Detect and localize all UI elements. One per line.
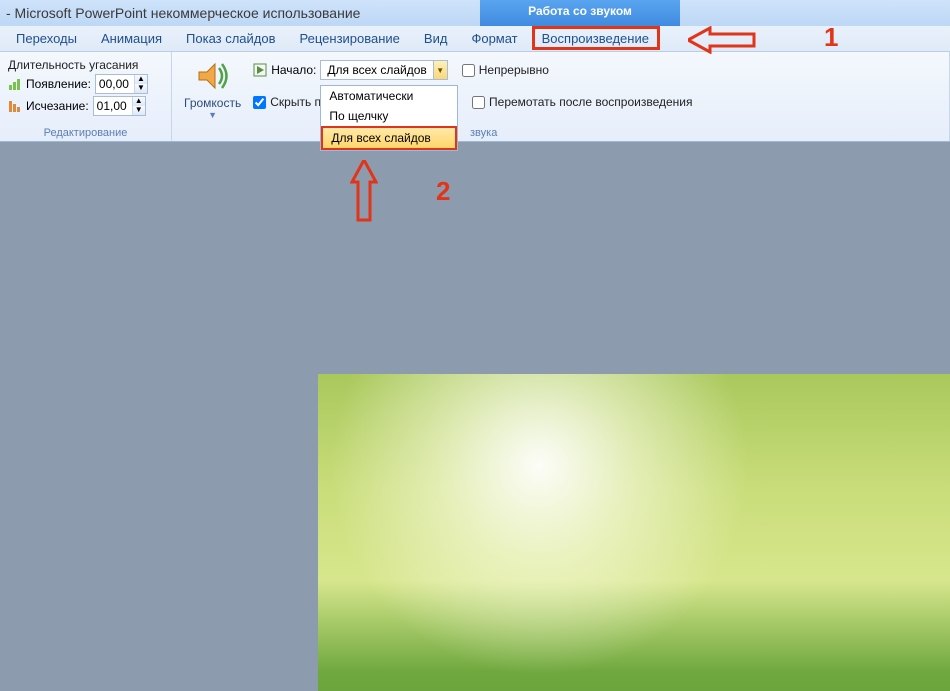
start-dropdown: Автоматически По щелчку Для всех слайдов — [320, 85, 458, 151]
rewind-checkbox-row[interactable]: Перемотать после воспроизведения — [472, 95, 692, 109]
fadein-input[interactable] — [96, 75, 134, 93]
fadeout-spinner[interactable]: ▲▼ — [93, 96, 146, 116]
spin-down-icon[interactable]: ▼ — [135, 84, 147, 93]
start-label: Начало: — [271, 63, 316, 77]
tab-transitions[interactable]: Переходы — [4, 27, 89, 50]
tab-animation[interactable]: Анимация — [89, 27, 174, 50]
speaker-icon — [195, 58, 231, 94]
loop-label: Непрерывно — [479, 63, 549, 77]
contextual-tab-audio: Работа со звуком — [480, 0, 680, 26]
hide-label: Скрыть п — [270, 95, 321, 109]
group-fade-footer: Редактирование — [8, 125, 163, 139]
fadeout-label: Исчезание: — [26, 99, 89, 113]
chevron-down-icon[interactable]: ▼ — [433, 61, 447, 79]
tab-slideshow[interactable]: Показ слайдов — [174, 27, 288, 50]
start-combo-value: Для всех слайдов — [321, 63, 432, 77]
fadeout-input[interactable] — [94, 97, 132, 115]
group-audio-footer: звука — [180, 125, 941, 139]
loop-checkbox[interactable] — [462, 64, 475, 77]
start-icon — [253, 63, 267, 77]
group-audio-options: Громкость ▼ Начало: Для всех слайдов ▼ — [172, 52, 950, 141]
hide-checkbox[interactable] — [253, 96, 266, 109]
hide-checkbox-row[interactable]: Скрыть п — [253, 95, 321, 109]
start-combo[interactable]: Для всех слайдов ▼ — [320, 60, 447, 80]
annotation-label-2: 2 — [436, 176, 450, 207]
slide-image — [318, 374, 950, 691]
title-bar: - Microsoft PowerPoint некоммерческое ис… — [0, 0, 950, 26]
dd-item-auto[interactable]: Автоматически — [321, 86, 457, 106]
slide[interactable] — [318, 374, 950, 691]
volume-button[interactable]: Громкость ▼ — [180, 56, 245, 120]
tab-view[interactable]: Вид — [412, 27, 460, 50]
rewind-label: Перемотать после воспроизведения — [489, 95, 692, 109]
loop-checkbox-row[interactable]: Непрерывно — [462, 63, 549, 77]
rewind-checkbox[interactable] — [472, 96, 485, 109]
chevron-down-icon: ▼ — [184, 110, 241, 120]
fadein-label: Появление: — [26, 77, 91, 91]
tab-format[interactable]: Формат — [459, 27, 529, 50]
annotation-label-1: 1 — [824, 22, 838, 53]
fadeout-icon — [8, 99, 22, 113]
spin-down-icon[interactable]: ▼ — [133, 106, 145, 115]
tab-playback[interactable]: Воспроизведение — [530, 27, 661, 50]
ribbon-body: Длительность угасания Появление: ▲▼ Исче… — [0, 52, 950, 142]
dd-item-all-slides[interactable]: Для всех слайдов — [321, 126, 457, 150]
slide-canvas — [0, 142, 950, 691]
dd-item-click[interactable]: По щелчку — [321, 106, 457, 126]
fade-duration-title: Длительность угасания — [8, 58, 163, 72]
app-title: - Microsoft PowerPoint некоммерческое ис… — [6, 5, 360, 21]
tab-review[interactable]: Рецензирование — [288, 27, 412, 50]
volume-label: Громкость — [184, 96, 241, 110]
group-fade: Длительность угасания Появление: ▲▼ Исче… — [0, 52, 172, 141]
ribbon-tabs: Переходы Анимация Показ слайдов Рецензир… — [0, 26, 950, 52]
fadein-spinner[interactable]: ▲▼ — [95, 74, 148, 94]
fadein-icon — [8, 77, 22, 91]
